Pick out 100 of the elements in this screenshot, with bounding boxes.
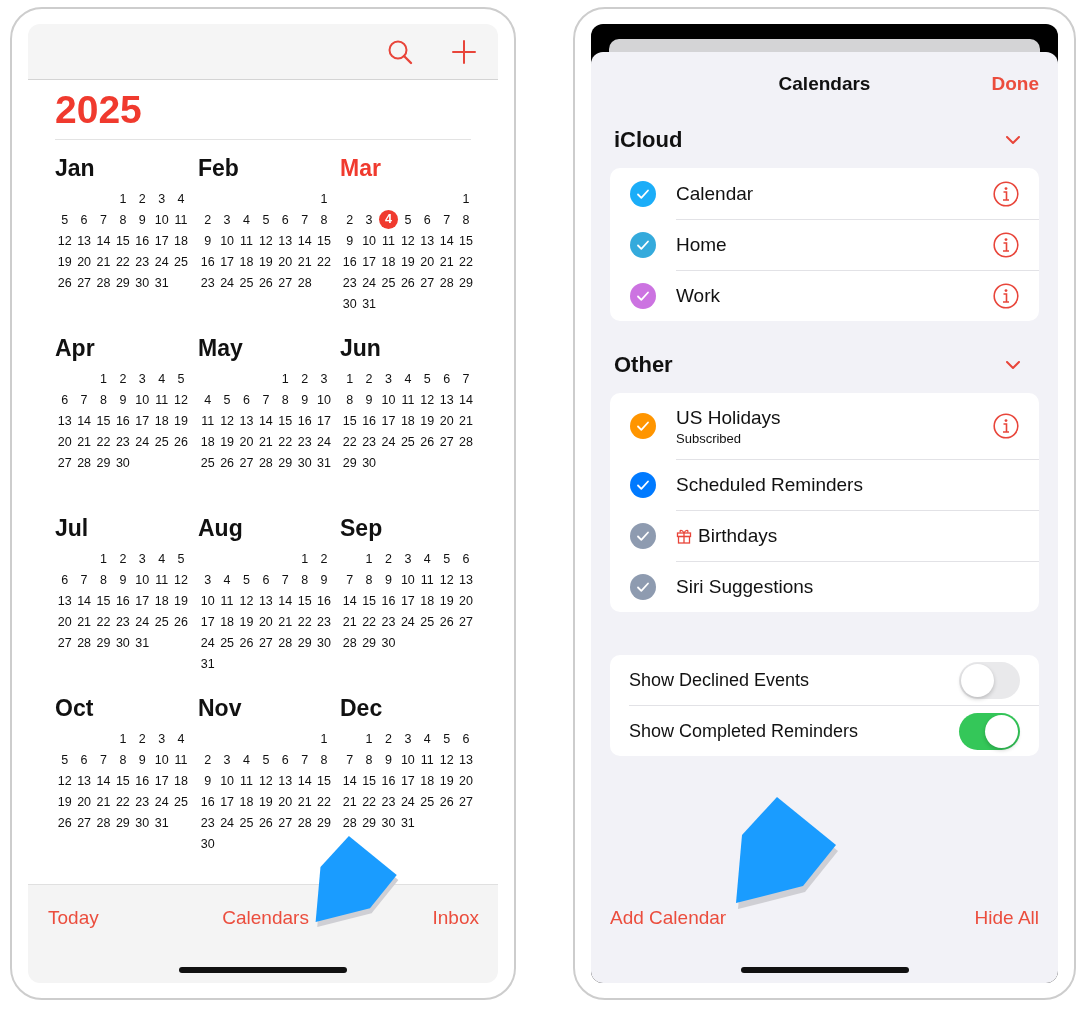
day-number[interactable]: 29 (297, 632, 312, 653)
day-number[interactable]: 18 (239, 251, 254, 272)
checkbox-icon[interactable] (630, 231, 656, 258)
day-number[interactable]: 20 (420, 251, 435, 272)
day-number[interactable]: 13 (77, 230, 92, 251)
day-number[interactable]: 2 (138, 728, 146, 749)
day-number[interactable]: 10 (400, 569, 415, 590)
day-number[interactable]: 3 (223, 209, 231, 230)
day-number[interactable]: 12 (239, 590, 254, 611)
day-number[interactable]: 23 (381, 791, 396, 812)
day-number[interactable]: 11 (201, 410, 215, 431)
day-number[interactable]: 19 (400, 251, 415, 272)
day-number[interactable]: 28 (439, 272, 454, 293)
day-number[interactable]: 24 (317, 431, 331, 452)
day-number[interactable]: 9 (138, 749, 146, 770)
day-number[interactable]: 5 (262, 209, 270, 230)
day-number[interactable]: 30 (317, 632, 331, 653)
day-number[interactable]: 29 (278, 452, 293, 473)
day-number[interactable]: 4 (243, 749, 250, 770)
day-number[interactable]: 5 (443, 548, 451, 569)
day-number[interactable]: 22 (278, 431, 293, 452)
month-name[interactable]: Dec (340, 696, 480, 720)
day-number[interactable]: 6 (61, 389, 69, 410)
day-number[interactable]: 19 (57, 791, 72, 812)
day-number[interactable]: 20 (57, 431, 72, 452)
day-number[interactable]: 8 (119, 749, 127, 770)
day-number[interactable]: 12 (57, 230, 72, 251)
day-number[interactable]: 30 (342, 293, 357, 314)
day-number[interactable]: 24 (154, 791, 169, 812)
day-number[interactable]: 4 (158, 368, 166, 389)
chevron-icon[interactable] (1006, 360, 1020, 370)
day-number[interactable]: 17 (362, 251, 377, 272)
day-number[interactable]: 7 (100, 209, 107, 230)
day-number[interactable]: 3 (404, 728, 412, 749)
day-number[interactable]: 28 (278, 632, 293, 653)
day-number[interactable]: 5 (243, 569, 250, 590)
day-number[interactable]: 1 (320, 728, 328, 749)
day-number[interactable]: 20 (239, 431, 254, 452)
day-number[interactable]: 27 (278, 812, 293, 833)
day-number[interactable]: 26 (174, 611, 188, 632)
day-number[interactable]: 9 (301, 389, 309, 410)
day-number[interactable]: 26 (220, 452, 235, 473)
day-number[interactable]: 7 (262, 389, 270, 410)
day-number[interactable]: 28 (258, 452, 273, 473)
day-number[interactable]: 3 (138, 368, 146, 389)
day-number[interactable]: 23 (135, 791, 150, 812)
day-number[interactable]: 13 (57, 590, 72, 611)
month-name[interactable]: Oct (55, 696, 198, 720)
day-number[interactable]: 6 (80, 209, 88, 230)
day-number[interactable]: 7 (80, 389, 88, 410)
day-number[interactable]: 6 (281, 749, 289, 770)
day-number[interactable]: 15 (115, 770, 130, 791)
day-number[interactable]: 29 (459, 272, 473, 293)
day-number[interactable]: 19 (239, 611, 254, 632)
day-number[interactable]: 7 (443, 209, 451, 230)
day-number[interactable]: 16 (317, 590, 331, 611)
day-number[interactable]: 8 (281, 389, 289, 410)
checkbox-icon[interactable] (630, 282, 656, 309)
month-name[interactable]: Aug (198, 516, 340, 540)
day-number[interactable]: 10 (381, 389, 396, 410)
day-number[interactable]: 7 (346, 749, 354, 770)
day-number[interactable]: 14 (342, 770, 357, 791)
day-number[interactable]: 13 (439, 389, 454, 410)
day-number[interactable]: 7 (462, 368, 470, 389)
day-number[interactable]: 29 (96, 452, 111, 473)
day-number[interactable]: 24 (400, 791, 415, 812)
day-number[interactable]: 4 (158, 548, 166, 569)
day-number[interactable]: 25 (154, 611, 169, 632)
day-number[interactable]: 2 (320, 548, 328, 569)
day-number[interactable]: 11 (240, 230, 253, 251)
day-number[interactable]: 21 (342, 611, 357, 632)
day-number[interactable]: 10 (135, 389, 150, 410)
day-number[interactable]: 17 (317, 410, 331, 431)
day-number[interactable]: 23 (297, 431, 312, 452)
day-number[interactable]: 11 (240, 770, 253, 791)
day-number[interactable]: 27 (258, 632, 273, 653)
day-number[interactable]: 31 (154, 812, 169, 833)
day-number[interactable]: 15 (362, 590, 377, 611)
day-number[interactable]: 25 (154, 431, 169, 452)
day-number[interactable]: 24 (154, 251, 169, 272)
day-number[interactable]: 9 (346, 230, 354, 251)
day-number[interactable]: 26 (420, 431, 435, 452)
day-number[interactable]: 1 (119, 188, 127, 209)
day-number[interactable]: 30 (381, 632, 396, 653)
day-number[interactable]: 29 (317, 812, 331, 833)
day-number[interactable]: 15 (342, 410, 357, 431)
day-number[interactable]: 4 (404, 368, 412, 389)
day-number[interactable]: 2 (385, 728, 392, 749)
day-number[interactable]: 17 (135, 410, 150, 431)
day-number[interactable]: 23 (115, 611, 130, 632)
day-number[interactable]: 27 (439, 431, 454, 452)
day-number[interactable]: 5 (423, 368, 431, 389)
day-number[interactable]: 7 (100, 749, 107, 770)
day-number[interactable]: 19 (439, 770, 454, 791)
day-number[interactable]: 13 (459, 569, 473, 590)
day-number[interactable]: 26 (439, 611, 454, 632)
day-number[interactable]: 28 (297, 272, 312, 293)
day-number[interactable]: 14 (297, 230, 312, 251)
day-number[interactable]: 28 (297, 812, 312, 833)
day-number[interactable]: 6 (443, 368, 451, 389)
